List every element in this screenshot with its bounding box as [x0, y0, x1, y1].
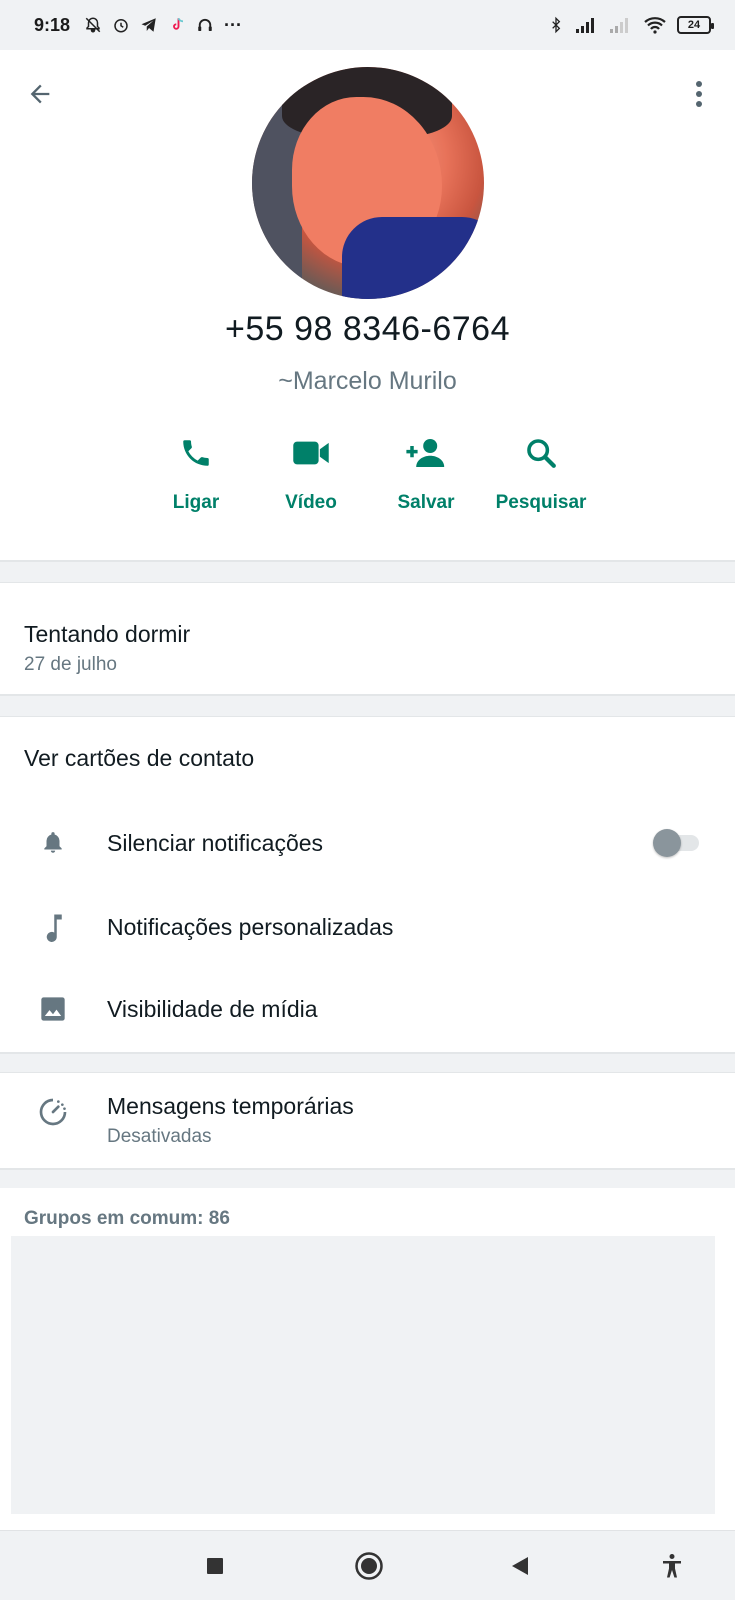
- action-bar: Ligar Vídeo Salvar Pesquisar: [0, 428, 735, 528]
- mute-toggle[interactable]: [653, 829, 699, 857]
- contact-header: +55 98 8346-6764 ~Marcelo Murilo Ligar V…: [0, 50, 735, 562]
- image-icon: [41, 997, 65, 1021]
- music-note-icon: [46, 914, 62, 942]
- triangle-back-icon: [512, 1557, 528, 1575]
- status-bar: 9:18 ··· 24: [0, 0, 735, 50]
- save-label: Salvar: [397, 492, 455, 513]
- phone-icon: [183, 440, 209, 466]
- media-visibility-row[interactable]: Visibilidade de mídia: [0, 979, 735, 1039]
- system-nav-bar: [0, 1530, 735, 1600]
- accessibility-button[interactable]: [655, 1549, 689, 1583]
- back-button[interactable]: [24, 78, 56, 110]
- bluetooth-icon: [547, 16, 565, 34]
- accessibility-icon: [663, 1554, 681, 1578]
- search-button[interactable]: Pesquisar: [486, 428, 596, 528]
- mute-notifications-row[interactable]: Silenciar notificações: [0, 813, 735, 873]
- status-more: ···: [224, 14, 243, 35]
- view-contact-cards[interactable]: Ver cartões de contato: [24, 745, 254, 772]
- about-text: Tentando dormir: [24, 621, 191, 647]
- save-contact-button[interactable]: Salvar: [371, 428, 481, 528]
- home-button[interactable]: [352, 1549, 386, 1583]
- timer-icon: [39, 1098, 67, 1126]
- video-icon: [293, 441, 329, 465]
- wifi-icon: [643, 16, 667, 34]
- arrow-back-icon: [30, 84, 50, 104]
- square-icon: [207, 1558, 223, 1574]
- custom-notifications-label: Notificações personalizadas: [107, 913, 394, 940]
- disappearing-messages-row[interactable]: Mensagens temporárias Desativadas: [0, 1072, 735, 1170]
- contact-pushname: ~Marcelo Murilo: [278, 367, 457, 395]
- call-label: Ligar: [172, 492, 220, 513]
- contact-avatar[interactable]: [252, 67, 484, 299]
- telegram-icon: [140, 16, 158, 34]
- bell-icon: [44, 832, 62, 853]
- search-label: Pesquisar: [495, 492, 587, 513]
- back-nav-button[interactable]: [503, 1549, 537, 1583]
- bell-off-icon: [84, 16, 102, 34]
- about-date: 27 de julho: [24, 654, 117, 675]
- tiktok-icon: [168, 16, 186, 34]
- disappearing-status: Desativadas: [107, 1126, 212, 1147]
- contact-phone: +55 98 8346-6764: [225, 310, 510, 348]
- signal-icon: [575, 16, 599, 34]
- battery-indicator: 24: [677, 16, 714, 34]
- media-visibility-label: Visibilidade de mídia: [107, 995, 318, 1022]
- status-time: 9:18: [34, 14, 71, 35]
- more-options-button[interactable]: [687, 78, 711, 110]
- add-person-icon: [406, 439, 445, 467]
- recents-button[interactable]: [198, 1549, 232, 1583]
- call-button[interactable]: Ligar: [141, 428, 251, 528]
- groups-list: [11, 1236, 715, 1514]
- custom-notifications-row[interactable]: Notificações personalizadas: [0, 897, 735, 957]
- search-icon: [527, 439, 556, 468]
- mute-label: Silenciar notificações: [107, 829, 324, 856]
- disappearing-title: Mensagens temporárias: [107, 1093, 354, 1119]
- more-vert-icon: [696, 81, 702, 107]
- signal-weak-icon: [609, 16, 633, 34]
- about-section[interactable]: Tentando dormir 27 de julho: [0, 582, 735, 696]
- groups-in-common-section: Grupos em comum: 86: [0, 1188, 735, 1530]
- alarm-icon: [112, 16, 130, 34]
- home-circle-icon: [355, 1552, 383, 1580]
- video-label: Vídeo: [285, 492, 337, 513]
- video-call-button[interactable]: Vídeo: [256, 428, 366, 528]
- settings-section: Ver cartões de contato Silenciar notific…: [0, 716, 735, 1054]
- battery-level: 24: [687, 19, 701, 31]
- headset-icon: [196, 16, 214, 34]
- groups-in-common-title: Grupos em comum: 86: [24, 1208, 230, 1229]
